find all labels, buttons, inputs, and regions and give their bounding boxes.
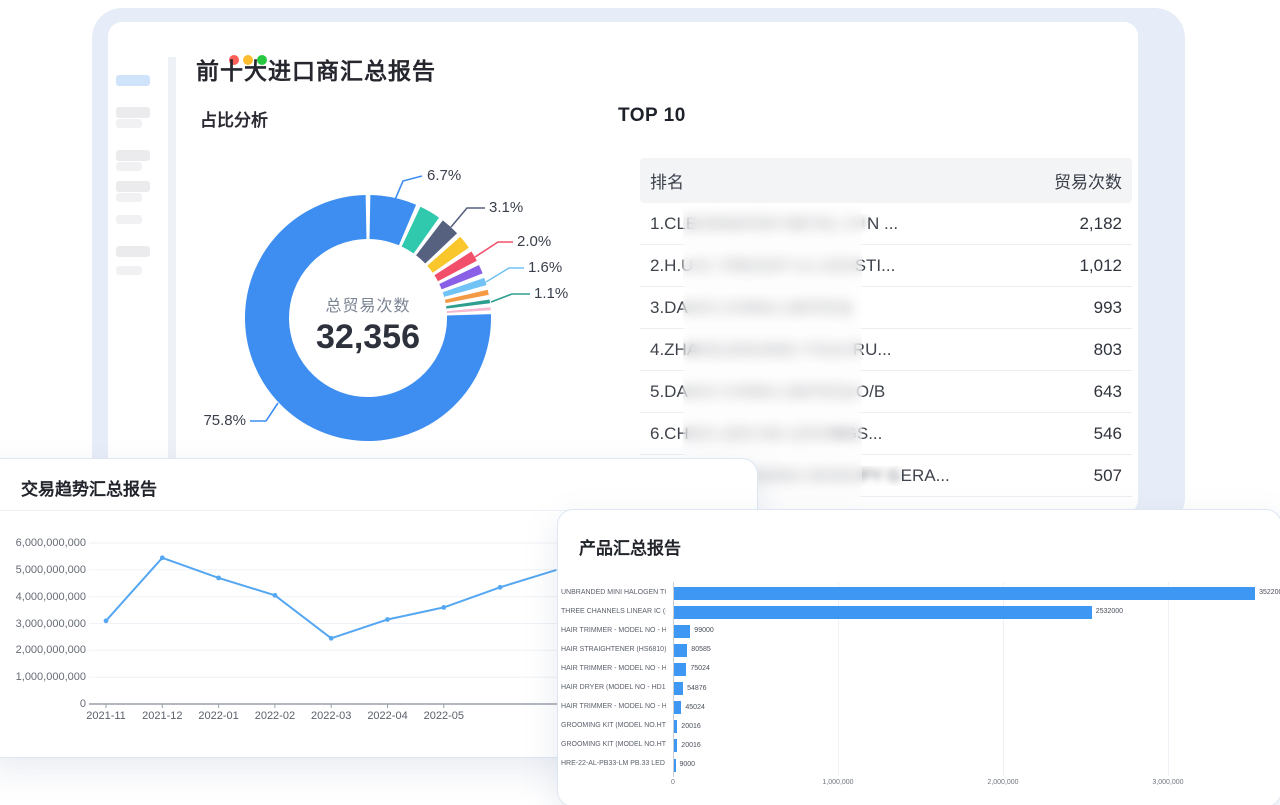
data-point-marker[interactable] xyxy=(216,575,221,580)
y-axis-tick-label: 2,000,000,000 xyxy=(6,644,86,656)
sidebar-item[interactable] xyxy=(116,215,142,224)
trade-count-value: 643 xyxy=(1086,382,1122,402)
donut-segment[interactable] xyxy=(463,285,465,291)
sidebar-item-active[interactable] xyxy=(116,75,150,86)
bar-category-label: HAIR TRIMMER - MODEL NO - HT20... xyxy=(561,665,666,672)
y-axis-tick-label: 1,000,000,000 xyxy=(6,671,86,683)
sidebar-item[interactable] xyxy=(116,119,142,128)
bar-category-label: HAIR TRIMMER - MODEL NO - HT35... xyxy=(561,703,666,710)
sidebar-item[interactable] xyxy=(116,266,142,275)
column-header-rank: 排名 xyxy=(650,168,684,193)
bar-category-label: HAIR DRYER (MODEL NO - HD1600 ... xyxy=(561,684,666,691)
bar-category-label: UNBRANDED MINI HALOGEN TUBE 50... xyxy=(561,589,666,596)
bar-category-label: HRE-22-AL-PB33-LM PB.33 LED MO... xyxy=(561,760,666,767)
trade-count-value: 993 xyxy=(1086,298,1122,318)
bar-category-label: HAIR TRIMMER - MODEL NO - HT20... xyxy=(561,627,666,634)
bar-value-label: 3522000 xyxy=(1259,589,1280,596)
sidebar-item[interactable] xyxy=(116,150,150,161)
column-header-trade-count: 贸易次数 xyxy=(1054,168,1122,193)
bar-category-label: THREE CHANNELS LINEAR IC (INTE... xyxy=(561,608,666,615)
bar[interactable] xyxy=(674,587,1255,600)
bar-value-label: 99000 xyxy=(694,627,713,634)
sidebar-item[interactable] xyxy=(116,107,150,118)
donut-center-label: 总贸易次数 xyxy=(268,292,468,316)
product-report-card: 产品汇总报告 UNBRANDED MINI HALOGEN TUBE 50...… xyxy=(557,509,1280,805)
donut-segment[interactable] xyxy=(411,227,426,236)
x-axis-tick-label: 0 xyxy=(638,779,708,786)
bar[interactable] xyxy=(674,682,683,695)
bar-value-label: 9000 xyxy=(680,761,696,768)
gridline xyxy=(1168,582,1169,776)
top10-section-label: TOP 10 xyxy=(618,105,686,127)
data-point-marker[interactable] xyxy=(160,555,165,560)
bar-value-label: 2532000 xyxy=(1096,608,1123,615)
y-axis-tick-label: 6,000,000,000 xyxy=(6,537,86,549)
trade-count-value: 507 xyxy=(1086,466,1122,486)
y-axis-tick-label: 3,000,000,000 xyxy=(6,618,86,630)
trade-count-value: 803 xyxy=(1086,340,1122,360)
donut-percent-label: 3.1% xyxy=(489,199,523,216)
donut-percent-label: 1.1% xyxy=(534,285,568,302)
bar[interactable] xyxy=(674,720,677,733)
data-point-marker[interactable] xyxy=(441,605,446,610)
donut-segment[interactable] xyxy=(444,251,451,260)
bar-value-label: 54876 xyxy=(687,685,706,692)
bar-value-label: 75024 xyxy=(690,665,709,672)
bar-value-label: 20016 xyxy=(681,742,700,749)
sidebar-item[interactable] xyxy=(116,162,142,171)
data-point-marker[interactable] xyxy=(498,585,503,590)
donut-center-value: 32,356 xyxy=(268,318,468,357)
trade-count-value: 2,182 xyxy=(1071,214,1122,234)
bar[interactable] xyxy=(674,625,690,638)
donut-section-label: 占比分析 xyxy=(200,106,268,131)
x-axis-tick-label: 3,000,000 xyxy=(1133,779,1203,786)
donut-percent-label: 6.7% xyxy=(427,167,461,184)
donut-percent-label: 1.6% xyxy=(528,259,562,276)
bar-category-label: GROOMING KIT (MODEL NO.HT4500K... xyxy=(561,741,666,748)
bar-value-label: 45024 xyxy=(685,704,704,711)
sidebar-divider xyxy=(168,57,176,514)
trade-count-value: 546 xyxy=(1086,424,1122,444)
y-axis-tick-label: 0 xyxy=(6,698,86,710)
page: 前十大进口商汇总报告 占比分析 TOP 10 总贸易次数 32,356 排名 贸… xyxy=(0,0,1280,805)
trade-count-value: 1,012 xyxy=(1071,256,1122,276)
donut-segment[interactable] xyxy=(429,238,441,249)
donut-segment[interactable] xyxy=(459,274,462,281)
y-axis-tick-label: 4,000,000,000 xyxy=(6,591,86,603)
bar-value-label: 20016 xyxy=(681,723,700,730)
donut-percent-label: 2.0% xyxy=(517,233,551,250)
donut-segment[interactable] xyxy=(453,263,457,271)
page-title: 前十大进口商汇总报告 xyxy=(196,52,436,86)
donut-segment[interactable] xyxy=(370,217,408,225)
bar[interactable] xyxy=(674,606,1092,619)
data-point-marker[interactable] xyxy=(329,636,334,641)
y-axis-tick-label: 5,000,000,000 xyxy=(6,564,86,576)
sidebar-item[interactable] xyxy=(116,246,150,257)
table-header: 排名 贸易次数 xyxy=(640,158,1132,203)
x-axis-tick-label: 2022-05 xyxy=(409,710,479,722)
bar-value-label: 80585 xyxy=(691,646,710,653)
data-point-marker[interactable] xyxy=(385,617,390,622)
bar[interactable] xyxy=(674,644,687,657)
data-point-marker[interactable] xyxy=(273,593,278,598)
donut-percent-label: 75.8% xyxy=(186,412,246,429)
x-axis-tick-label: 1,000,000 xyxy=(803,779,873,786)
sidebar-item[interactable] xyxy=(116,193,142,202)
bar[interactable] xyxy=(674,739,677,752)
bar[interactable] xyxy=(674,701,681,714)
bar-category-label: HAIR STRAIGHTENER (HS6810) PIN... xyxy=(561,646,666,653)
bar[interactable] xyxy=(674,663,686,676)
product-card-title: 产品汇总报告 xyxy=(579,534,681,559)
bar-category-label: GROOMING KIT (MODEL NO.HT4000K... xyxy=(561,722,666,729)
data-point-marker[interactable] xyxy=(104,618,109,623)
sidebar-item[interactable] xyxy=(116,181,150,192)
bar[interactable] xyxy=(674,759,676,772)
x-axis-tick-label: 2,000,000 xyxy=(968,779,1038,786)
